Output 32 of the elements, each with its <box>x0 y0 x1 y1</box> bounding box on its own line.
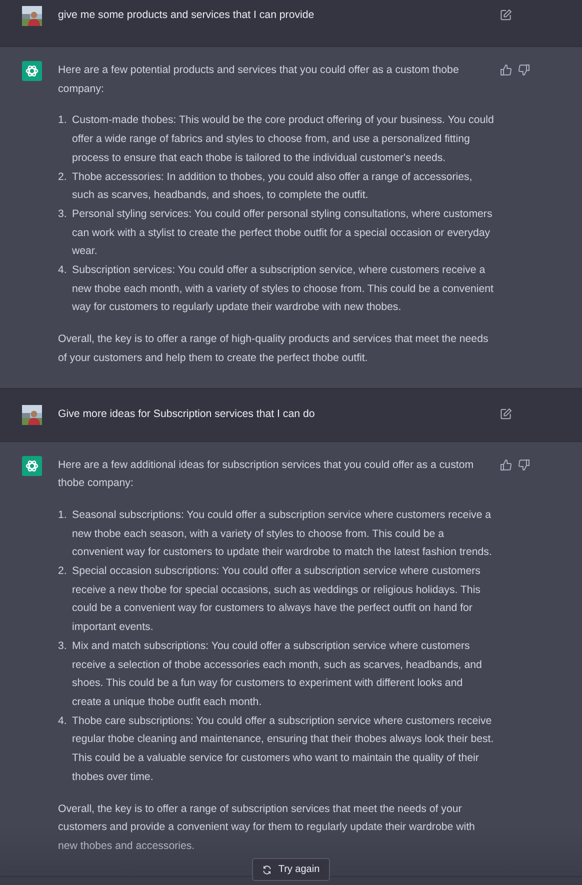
user-message: Give more ideas for Subscription services that I can do <box>58 406 316 422</box>
edit-icon[interactable] <box>500 408 512 420</box>
thumbs-up-icon[interactable] <box>500 64 512 76</box>
user-message: give me some products and services that I can provide <box>58 8 316 23</box>
list-number: 1. <box>58 113 68 128</box>
list-item-text: Seasonal subscriptions: You could offer a subscription service where customers receive a new thobe each season, with a variety of styles to choose from. This could be a convenient way for customers to update their wardrobe to match the latest fashion trends. <box>72 508 493 560</box>
response-paragraph: Here are a few additional ideas for subscription services that you could offer as a custom thobe company: <box>58 458 475 492</box>
list-number: 1. <box>58 508 68 523</box>
list-item-text: Mix and match subscriptions: You could offer a subscription service where customers receive a selection of thobe accessories each month, such as scarves, headbands, and shoes. This could be a fun way for customers to experiment with different looks and create a unique thobe outfit each month. <box>72 638 483 710</box>
thumbs-up-icon[interactable] <box>500 458 512 471</box>
list-item-text: Thobe accessories: In addition to thobes, you could also offer a range of accessories, such as scarves, headbands, and shoes, to complete the outfit. <box>72 170 474 204</box>
list-number: 2. <box>58 564 68 580</box>
response-paragraph: Overall, the key is to offer a range of high-quality products and services that meet the needs of your customers and help them to create the perfect thobe outfit. <box>58 332 490 366</box>
list-number: 3. <box>58 206 68 222</box>
try-again-button[interactable]: Try again <box>252 858 330 881</box>
list-item-text: Special occasion subscriptions: You could offer a subscription service where customers receive a new thobe for special occasions, such as weddings or religious holidays. This could be a convenient way for customers to always have the perfect outfit on hand for important events. <box>72 564 482 636</box>
refresh-icon <box>262 864 272 874</box>
list-item-text: Thobe care subscriptions: You could offer a subscription service where customers receive regular thobe cleaning and maintenance, ensuring that their thobes always look their best. This could be a valuable service for customers who want to maintain the quality of their thobes over time. <box>72 714 494 785</box>
list-number: 3. <box>58 638 68 654</box>
response-paragraph: Here are a few potential products and services that you could offer as a custom thobe company: <box>58 63 460 97</box>
list-item-text: Subscription services: You could offer a subscription service, where customers receive a new thobe each month, with a variety of styles to choose from. This could be a convenient way for customers to regularly update their wardrobe with new thobes. <box>72 263 494 316</box>
thumbs-down-icon[interactable] <box>518 64 530 76</box>
list-number: 4. <box>58 263 68 278</box>
response-paragraph: Overall, the key is to offer a range of subscription services that meet the needs of your customers and provide a convenient way for them to regularly update their wardrobe with new thobes and accessories. <box>58 802 476 854</box>
list-number: 4. <box>58 714 68 729</box>
list-item-text: Personal styling services: You could offer personal styling consultations, where customers can work with a stylist to create the perfect thobe outfit for a special occasion or everyday wear. <box>72 206 494 260</box>
assistant-logo-icon <box>22 456 42 476</box>
thumbs-down-icon[interactable] <box>518 458 530 471</box>
list-item-text: Custom-made thobes: This would be the core product offering of your business. You could offer a wide range of fabrics and styles to choose from, and use a personalized fitting process to ensure that each thobe is tailored to the individual customer's needs. <box>72 113 494 166</box>
assistant-logo-icon <box>22 61 42 81</box>
edit-icon[interactable] <box>500 9 512 21</box>
list-number: 2. <box>58 170 68 185</box>
